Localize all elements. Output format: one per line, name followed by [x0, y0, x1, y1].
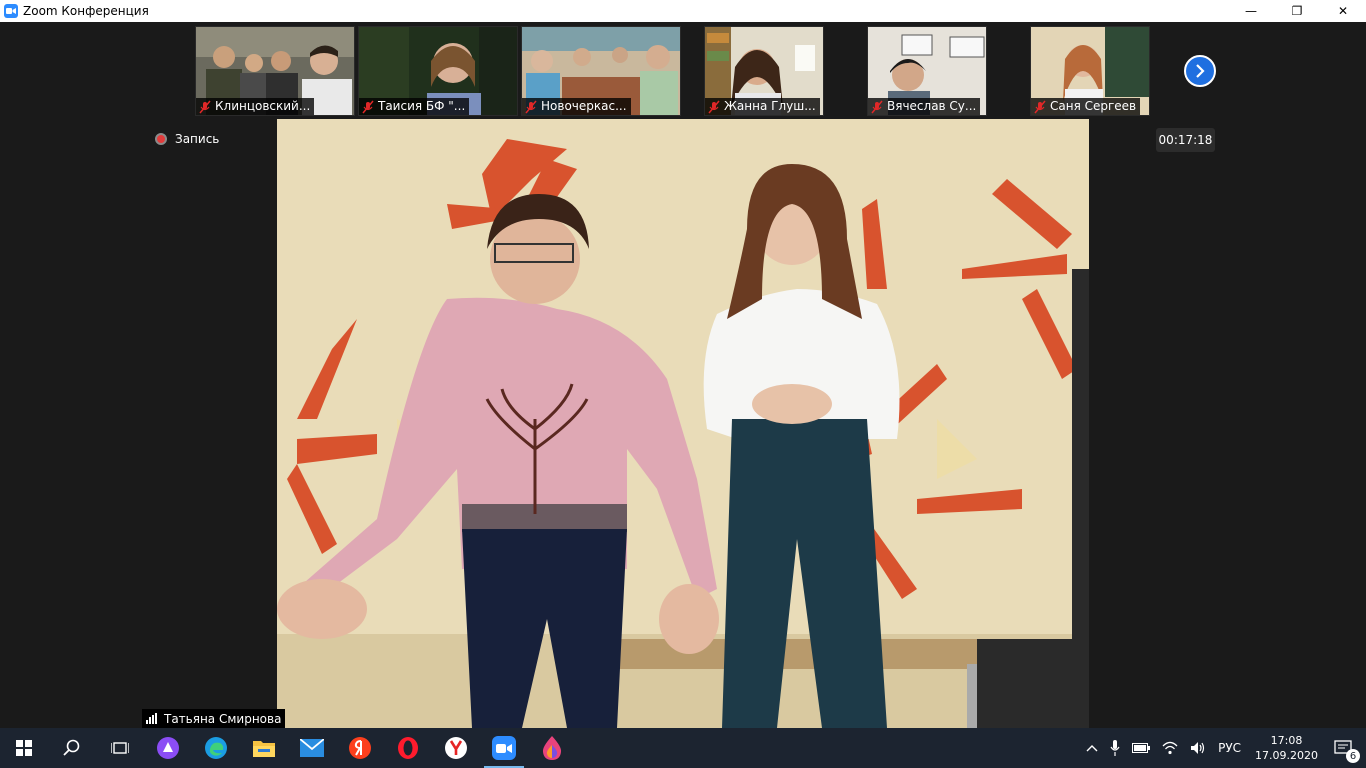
mic-muted-icon	[1033, 100, 1047, 114]
volume-tray-button[interactable]	[1190, 741, 1206, 755]
taskbar-app-file-explorer[interactable]	[240, 728, 288, 768]
participant-name-bar: Новочеркас...	[522, 98, 631, 115]
mic-muted-icon	[870, 100, 884, 114]
participant-tile[interactable]: Жанна Глуш...	[704, 26, 824, 116]
yandex-browser-icon	[445, 737, 467, 759]
participant-name-bar: Саня Сергеев	[1031, 98, 1141, 115]
active-speaker-video[interactable]	[277, 119, 1089, 728]
taskbar-app-yandex[interactable]	[336, 728, 384, 768]
wifi-icon	[1162, 741, 1178, 755]
recording-label: Запись	[175, 132, 220, 146]
participant-name: Новочеркас...	[541, 99, 627, 113]
participant-strip: Клинцовский... Таисия БФ "... Новочеркас…	[0, 22, 1366, 118]
close-icon: ✕	[1337, 4, 1349, 18]
participant-name: Вячеслав Су...	[887, 99, 977, 113]
system-tray: РУС 17:08 17.09.2020 6	[1080, 728, 1366, 768]
zoom-icon	[492, 736, 516, 760]
meeting-timer: 00:17:18	[1156, 128, 1215, 152]
window-titlebar: Zoom Конференция — ❐ ✕	[0, 0, 1366, 22]
volume-icon	[1191, 742, 1205, 754]
paint-icon	[542, 736, 562, 760]
start-icon	[16, 740, 32, 756]
action-center-button[interactable]: 6	[1334, 739, 1360, 763]
participant-name: Таисия БФ "...	[378, 99, 466, 113]
minimize-icon: —	[1245, 4, 1257, 18]
mail-icon	[300, 739, 324, 757]
participant-name-bar: Жанна Глуш...	[705, 98, 820, 115]
participant-name-bar: Клинцовский...	[196, 98, 315, 115]
speaker-name: Татьяна Смирнова	[164, 711, 282, 726]
restore-icon: ❐	[1291, 4, 1303, 18]
mic-muted-icon	[707, 100, 721, 114]
show-hidden-icons-button[interactable]	[1086, 744, 1098, 752]
mic-muted-icon	[361, 100, 375, 114]
next-page-button[interactable]	[1184, 55, 1216, 87]
participant-name-bar: Таисия БФ "...	[359, 98, 470, 115]
yandex-icon	[349, 737, 371, 759]
participant-name-bar: Вячеслав Су...	[868, 98, 981, 115]
participant-name: Клинцовский...	[215, 99, 311, 113]
task-view-icon	[111, 742, 129, 754]
language-indicator[interactable]: РУС	[1218, 741, 1241, 755]
taskbar-app-opera[interactable]	[384, 728, 432, 768]
participant-tile[interactable]: Новочеркас...	[521, 26, 681, 116]
taskbar-app-edge[interactable]	[192, 728, 240, 768]
search-icon	[63, 739, 80, 756]
start-button[interactable]	[0, 728, 48, 768]
opera-icon	[398, 737, 418, 759]
chevron-up-icon	[1086, 745, 1098, 752]
battery-icon	[1132, 743, 1151, 753]
zoom-app-icon	[4, 4, 18, 18]
participant-name: Саня Сергеев	[1050, 99, 1137, 113]
chevron-right-icon	[1196, 64, 1205, 78]
participant-tile[interactable]: Саня Сергеев	[1030, 26, 1150, 116]
participant-tile[interactable]: Таисия БФ "...	[358, 26, 518, 116]
taskbar-app-zoom[interactable]	[480, 728, 528, 768]
microphone-icon	[1110, 740, 1120, 756]
system-clock[interactable]: 17:08 17.09.2020	[1255, 733, 1318, 763]
window-title: Zoom Конференция	[23, 4, 149, 18]
clock-time: 17:08	[1270, 734, 1303, 747]
mic-muted-icon	[524, 100, 538, 114]
windows-taskbar: РУС 17:08 17.09.2020 6	[0, 728, 1366, 768]
taskbar-app-yandex-browser[interactable]	[432, 728, 480, 768]
alice-icon	[157, 737, 179, 759]
participant-tile[interactable]: Клинцовский...	[195, 26, 355, 116]
recording-icon	[155, 133, 167, 145]
notification-count-badge: 6	[1346, 749, 1360, 763]
recording-indicator[interactable]: Запись	[155, 132, 219, 146]
task-view-button[interactable]	[96, 728, 144, 768]
participant-name: Жанна Глуш...	[724, 99, 816, 113]
taskbar-app-paint[interactable]	[528, 728, 576, 768]
meeting-area: Клинцовский... Таисия БФ "... Новочеркас…	[0, 22, 1366, 728]
wifi-tray-button[interactable]	[1162, 741, 1178, 755]
mic-muted-icon	[198, 100, 212, 114]
search-button[interactable]	[48, 728, 96, 768]
restore-button[interactable]: ❐	[1274, 0, 1320, 22]
close-button[interactable]: ✕	[1320, 0, 1366, 22]
edge-icon	[205, 737, 227, 759]
file-explorer-icon	[253, 741, 275, 757]
battery-tray-button[interactable]	[1132, 743, 1151, 753]
microphone-tray-button[interactable]	[1110, 740, 1120, 756]
participant-tile[interactable]: Вячеслав Су...	[867, 26, 987, 116]
minimize-button[interactable]: —	[1228, 0, 1274, 22]
taskbar-app-alice[interactable]	[144, 728, 192, 768]
clock-date: 17.09.2020	[1255, 749, 1318, 762]
signal-bars-icon	[146, 713, 158, 724]
speaker-video-frame	[277, 119, 1089, 728]
taskbar-app-mail[interactable]	[288, 728, 336, 768]
speaker-name-label: Татьяна Смирнова	[142, 709, 286, 728]
